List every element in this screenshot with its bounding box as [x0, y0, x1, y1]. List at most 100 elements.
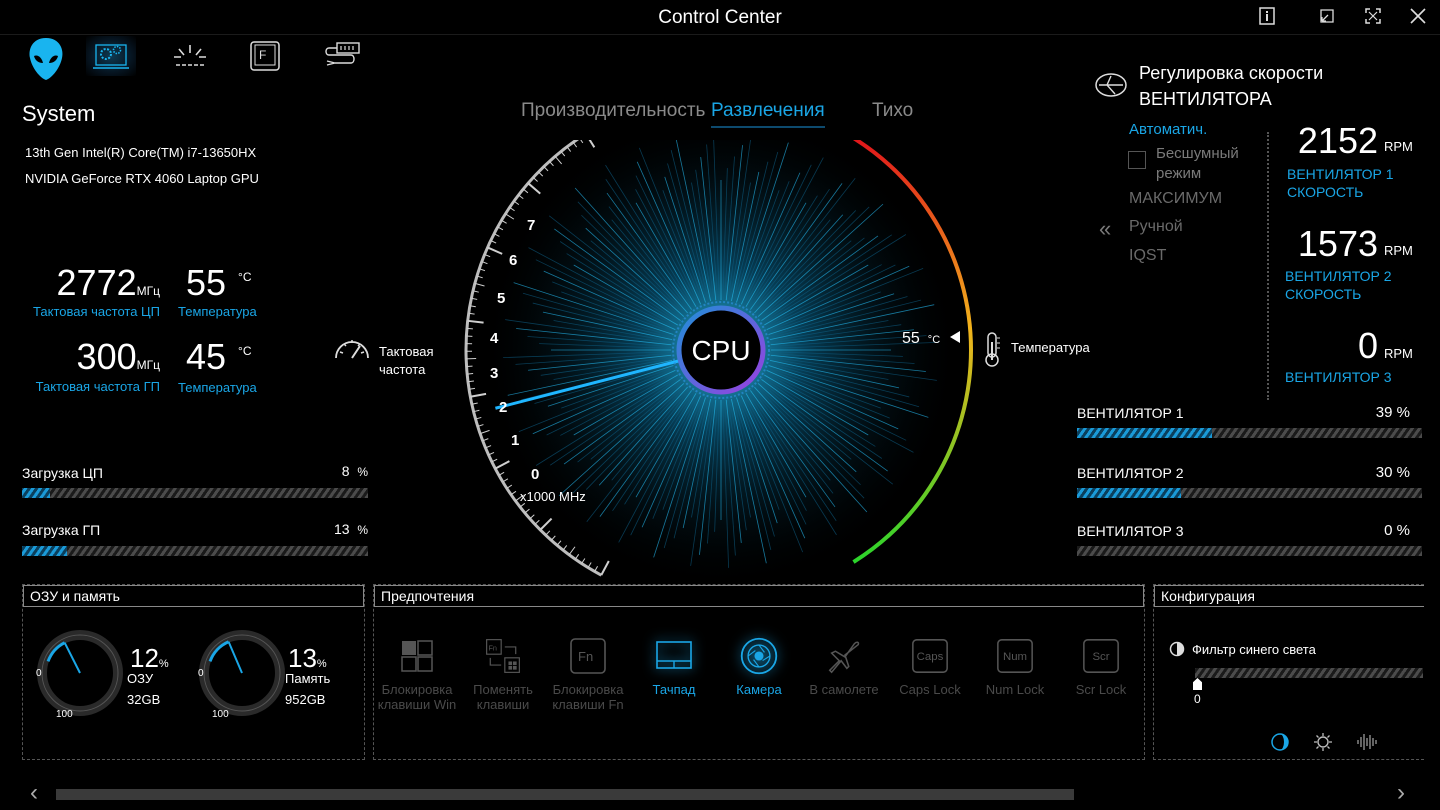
pref-toggle-windows-key[interactable]: Блокировка клавиши Win — [374, 636, 460, 712]
cpu-load-value: 8 — [341, 463, 350, 479]
sound-wave-icon[interactable] — [1356, 732, 1378, 757]
fan3-rpm-value: 0 — [1357, 325, 1378, 366]
pref-label-line1: Блокировка — [381, 682, 453, 697]
close-icon[interactable] — [1403, 4, 1433, 28]
ram-dial — [37, 630, 123, 716]
fan-title-line2: ВЕНТИЛЯТОРА — [1139, 89, 1272, 109]
scroll-left-arrow-icon[interactable]: ‹ — [30, 781, 38, 805]
fan-mode-auto[interactable]: Автоматич. — [1129, 121, 1207, 138]
fan-mode-iqst[interactable]: IQST — [1129, 247, 1166, 265]
fan-mode-manual[interactable]: Ручной — [1129, 218, 1183, 236]
pref-toggle-swap-keys[interactable]: Fn Поменять клавиши — [460, 636, 546, 712]
pref-toggle-touchpad[interactable]: Тачпад — [631, 636, 717, 697]
mode-tab-entertainment[interactable]: Развлечения — [711, 100, 825, 128]
gpu-clock-readout: 300МГц — [24, 336, 160, 378]
clock-scale-tick — [487, 246, 503, 255]
clock-scale-tick — [572, 141, 578, 148]
lighting-icon[interactable] — [165, 36, 215, 76]
ram-dial-max: 100 — [56, 709, 73, 720]
airplane-icon — [824, 636, 864, 676]
pref-toggle-caps-lock[interactable]: Caps Caps Lock — [887, 636, 973, 697]
gpu-temp-value: 45 — [186, 336, 227, 377]
pref-label-line1: Scr Lock — [1075, 682, 1127, 697]
blue-light-slider[interactable] — [1195, 668, 1423, 678]
clock-scale-tick — [470, 392, 487, 398]
gauge-temp-unit: °C — [927, 334, 941, 346]
maximize-icon[interactable] — [1358, 4, 1388, 28]
clock-scale-label: 0 — [531, 466, 540, 483]
title-bar: Control Center — [0, 0, 1440, 35]
pref-label-line1: Num Lock — [985, 682, 1045, 697]
mode-tab-quiet[interactable]: Тихо — [872, 100, 913, 122]
minimize-icon[interactable] — [1312, 4, 1342, 28]
thermometer-icon — [981, 330, 1003, 373]
fan-mode-silent-line2: режим — [1156, 165, 1202, 182]
ram-dial-min: 0 — [36, 668, 42, 679]
fan-icon — [1094, 72, 1128, 103]
swap-keys-icon: Fn — [483, 636, 523, 676]
mode-tab-performance[interactable]: Производительность — [521, 100, 705, 122]
brightness-icon[interactable] — [1313, 732, 1333, 757]
fan2-bar-value: 30 % — [1375, 464, 1410, 481]
gpu-load-unit: % — [357, 523, 368, 537]
clock-scale-tick — [545, 530, 551, 536]
silent-mode-checkbox[interactable] — [1128, 151, 1146, 169]
clock-scale-tick — [550, 535, 556, 541]
function-key-icon[interactable]: F — [240, 36, 290, 76]
system-settings-icon[interactable] — [86, 36, 136, 76]
gpu-temp-readout: 45 °C — [186, 336, 252, 378]
system-heading: System — [22, 101, 96, 126]
svg-text:Num: Num — [1003, 651, 1027, 663]
ram-usage-unit: % — [158, 658, 169, 670]
cpu-clock-readout: 2772МГц — [24, 262, 160, 304]
temp-pointer-icon — [948, 330, 960, 349]
fan1-label-line1: ВЕНТИЛЯТОР 1 — [1287, 166, 1394, 182]
cpu-clock-label: Тактовая частота ЦП — [33, 304, 160, 319]
pref-label-line2: клавиши Fn — [552, 697, 624, 712]
speedometer-icon — [332, 332, 372, 367]
ram-usage: 12% — [130, 643, 169, 674]
fan1-bar-value: 39 % — [1375, 404, 1410, 421]
cpu-temp-value: 55 — [186, 262, 227, 303]
scroll-lock-icon: Scr — [1081, 636, 1121, 676]
blue-light-mode-icon[interactable] — [1270, 732, 1290, 757]
fan-mode-max[interactable]: МАКСИМУМ — [1129, 190, 1222, 208]
gpu-temp-label: Температура — [178, 380, 257, 395]
cpu-clock-value: 2772 — [56, 262, 137, 303]
fan-mode-silent[interactable]: Бесшумный режим — [1156, 144, 1239, 184]
cpu-clock-unit: МГц — [136, 284, 160, 298]
pref-label-line1: Поменять — [473, 682, 533, 697]
collapse-chevron-icon[interactable]: « — [1099, 216, 1111, 242]
clock-scale-tick — [505, 213, 515, 220]
cpu-load-bar — [22, 488, 368, 498]
svg-text:Caps: Caps — [917, 651, 944, 663]
svg-text:Scr: Scr — [1092, 651, 1109, 663]
clock-scale-unit: x1000 MHz — [520, 489, 586, 504]
gpu-temp-unit: °C — [238, 344, 252, 358]
usb-charge-icon[interactable] — [318, 36, 368, 76]
pref-toggle-fn-key[interactable]: Fn Блокировка клавиши Fn — [545, 636, 631, 712]
fan2-rpm-unit: RPM — [1384, 243, 1413, 258]
pref-toggle-scroll-lock[interactable]: Scr Scr Lock — [1058, 636, 1144, 697]
scroll-right-arrow-icon[interactable]: › — [1397, 781, 1405, 805]
gpu-clock-unit: МГц — [136, 358, 160, 372]
ram-usage-value: 12 — [130, 643, 159, 673]
windows-key-icon — [397, 636, 437, 676]
info-icon[interactable] — [1253, 4, 1283, 28]
fan1-bar-label: ВЕНТИЛЯТОР 1 — [1077, 405, 1184, 421]
pref-toggle-num-lock[interactable]: Num Num Lock — [972, 636, 1058, 697]
clock-scale-tick — [466, 327, 473, 330]
pref-toggle-camera[interactable]: Камера — [716, 636, 802, 697]
pref-toggle-airplane[interactable]: В самолете — [801, 636, 887, 697]
alien-logo-icon[interactable] — [22, 34, 70, 84]
storage-label: Память — [285, 671, 331, 686]
clock-scale-tick — [580, 140, 584, 144]
clock-scale-tick — [524, 508, 530, 514]
clock-scale-tick — [518, 194, 524, 200]
horizontal-scrollbar-thumb[interactable] — [56, 789, 1074, 800]
clock-scale-tick — [527, 182, 541, 195]
clock-scale-tick — [509, 206, 515, 212]
cpu-load-unit: % — [357, 465, 368, 479]
fan3-bar-value: 0 % — [1384, 522, 1410, 539]
pref-label-line2: клавиши — [476, 697, 530, 712]
